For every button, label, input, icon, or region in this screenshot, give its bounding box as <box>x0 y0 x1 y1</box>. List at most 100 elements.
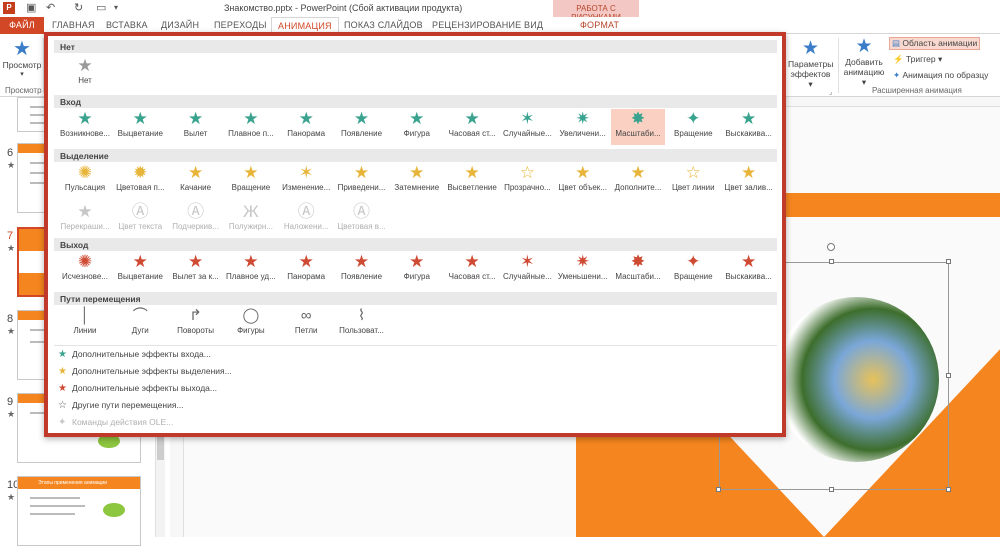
effect-exit-11[interactable]: ✦ Вращение <box>666 252 720 288</box>
resize-handle[interactable] <box>716 487 721 492</box>
context-tab-header: РАБОТА С РИСУНКАМИ <box>553 0 639 22</box>
animation-pane-button[interactable]: ▤ Область анимации <box>889 37 981 50</box>
resize-handle[interactable] <box>946 487 951 492</box>
effect-emphasis-11[interactable]: ☆ Цвет линии <box>666 163 720 199</box>
effect-exit-7[interactable]: ★ Часовая ст... <box>445 252 499 288</box>
effect-path-2[interactable]: ↱ Повороты <box>169 306 223 342</box>
exit-effect-icon: ★ <box>409 252 425 271</box>
effect-none[interactable]: ★ Нет <box>58 56 112 92</box>
dialog-launcher-icon[interactable]: ⌟ <box>829 88 832 96</box>
effect-emphasis-12[interactable]: ★ Цвет залив... <box>722 163 776 199</box>
effect-label: Масштаби... <box>615 129 661 138</box>
effect-exit-1[interactable]: ★ Выцветание <box>113 252 167 288</box>
tab-design[interactable]: ДИЗАЙН <box>161 20 199 30</box>
effect-label: Наложени... <box>283 222 329 231</box>
redo-icon[interactable]: ↻ <box>74 1 83 14</box>
ole-star-icon: ✦ <box>58 417 67 428</box>
effect-exit-10[interactable]: ✸ Масштаби... <box>611 252 665 288</box>
tab-transitions[interactable]: ПЕРЕХОДЫ <box>214 20 267 30</box>
effect-exit-12[interactable]: ★ Выскакива... <box>722 252 776 288</box>
more-emphasis-effects[interactable]: ★ Дополнительные эффекты выделения... <box>58 366 232 377</box>
tab-slideshow[interactable]: ПОКАЗ СЛАЙДОВ <box>344 20 423 30</box>
effect-entrance-12[interactable]: ★ Выскакива... <box>722 109 776 145</box>
trigger-button[interactable]: ⚡ Триггер ▾ <box>893 54 942 65</box>
effect-exit-6[interactable]: ★ Фигура <box>390 252 444 288</box>
effect-label: Исчезнове... <box>62 272 108 281</box>
more-entrance-effects[interactable]: ★ Дополнительные эффекты входа... <box>58 349 211 360</box>
effect-label: Вращение <box>231 183 271 192</box>
effect-path-4[interactable]: ∞ Петли <box>279 306 333 342</box>
rotation-handle[interactable] <box>827 243 835 251</box>
tab-review[interactable]: РЕЦЕНЗИРОВАНИЕ <box>432 20 521 30</box>
effect-entrance-0[interactable]: ★ Возникнове... <box>58 109 112 145</box>
save-icon[interactable]: ▣ <box>26 1 36 14</box>
effect-emphasis-7[interactable]: ★ Высветление <box>445 163 499 199</box>
slide-number: 8 <box>7 313 14 325</box>
effect-exit-3[interactable]: ★ Плавное уд... <box>224 252 278 288</box>
effect-path-3[interactable]: ◯ Фигуры <box>224 306 278 342</box>
effect-emphasis-6[interactable]: ★ Затемнение <box>390 163 444 199</box>
effect-exit-5[interactable]: ★ Появление <box>335 252 389 288</box>
resize-handle[interactable] <box>946 259 951 264</box>
effect-exit-8[interactable]: ✶ Случайные... <box>500 252 554 288</box>
effect-entrance-8[interactable]: ✶ Случайные... <box>500 109 554 145</box>
add-animation-button[interactable]: ★ Добавить анимацию ▾ <box>841 36 887 87</box>
effect-entrance-11[interactable]: ✦ Вращение <box>666 109 720 145</box>
effect-entrance-4[interactable]: ★ Панорама <box>279 109 333 145</box>
effect-emphasis-5[interactable]: ★ Приведени... <box>335 163 389 199</box>
tab-insert[interactable]: ВСТАВКА <box>106 20 148 30</box>
tab-file[interactable]: ФАЙЛ <box>0 17 44 34</box>
effect-emphasis-3[interactable]: ★ Вращение <box>224 163 278 199</box>
undo-icon[interactable]: ↶ <box>46 1 55 14</box>
effect-label: Приведени... <box>337 183 386 192</box>
slide-animation-star-icon: ★ <box>7 243 16 253</box>
effect-emphasis-1[interactable]: ✹ Цветовая п... <box>113 163 167 199</box>
resize-handle[interactable] <box>946 373 951 378</box>
resize-handle[interactable] <box>829 487 834 492</box>
effect-path-1[interactable]: ⌒ Дуги <box>113 306 167 342</box>
effect-emphasis-2[interactable]: ★ Качание <box>169 163 223 199</box>
resize-handle[interactable] <box>829 259 834 264</box>
animation-painter-button[interactable]: ✦ Анимация по образцу <box>893 70 988 81</box>
effect-exit-0[interactable]: ✺ Исчезнове... <box>58 252 112 288</box>
effect-emphasis-0[interactable]: ✺ Пульсация <box>58 163 112 199</box>
preview-button[interactable]: ★ Просмотр ▾ <box>2 38 42 80</box>
start-slideshow-icon[interactable]: ▭ <box>96 1 106 14</box>
effect-entrance-10[interactable]: ✸ Масштаби... <box>611 109 665 145</box>
more-motion-paths[interactable]: ☆ Другие пути перемещения... <box>58 400 184 411</box>
slide-number: 9 <box>7 396 14 408</box>
more-exit-effects[interactable]: ★ Дополнительные эффекты выхода... <box>58 383 217 394</box>
emph-effect-icon: ★ <box>409 163 425 182</box>
entr-effect-icon: ★ <box>464 109 480 128</box>
exit-effect-icon: ✦ <box>686 252 701 271</box>
effect-emphasis-4[interactable]: ✶ Изменение... <box>279 163 333 199</box>
effect-entrance-9[interactable]: ✷ Увеличени... <box>556 109 610 145</box>
effect-entrance-6[interactable]: ★ Фигура <box>390 109 444 145</box>
effect-path-0[interactable]: │ Линии <box>58 306 112 342</box>
animation-pane-icon: ▤ <box>892 38 901 48</box>
effect-emphasis-10[interactable]: ★ Дополните... <box>611 163 665 199</box>
tab-format[interactable]: ФОРМАТ <box>580 20 619 30</box>
effect-path-5[interactable]: ⌇ Пользоват... <box>335 306 389 342</box>
effect-options-button[interactable]: ★ Параметры эффектов ▾ <box>788 38 833 89</box>
effect-label: Качание <box>180 183 212 192</box>
effect-emphasis-9[interactable]: ★ Цвет объек... <box>556 163 610 199</box>
effect-entrance-3[interactable]: ★ Плавное п... <box>224 109 278 145</box>
slide-thumbnail[interactable]: Этапы применения анимации <box>17 476 141 546</box>
effect-entrance-1[interactable]: ★ Выцветание <box>113 109 167 145</box>
customize-quick-access-icon[interactable]: ▾ <box>114 3 118 12</box>
effect-entrance-7[interactable]: ★ Часовая ст... <box>445 109 499 145</box>
effect-entrance-5[interactable]: ★ Появление <box>335 109 389 145</box>
effect-emphasis-8[interactable]: ☆ Прозрачно... <box>500 163 554 199</box>
effect-exit-4[interactable]: ★ Панорама <box>279 252 333 288</box>
tab-home[interactable]: ГЛАВНАЯ <box>52 20 95 30</box>
effect-exit-2[interactable]: ★ Вылет за к... <box>169 252 223 288</box>
effect-exit-9[interactable]: ✷ Уменьшени... <box>556 252 610 288</box>
effect-entrance-2[interactable]: ★ Вылет <box>169 109 223 145</box>
effect-label: Возникнове... <box>60 129 110 138</box>
tab-view[interactable]: ВИД <box>524 20 543 30</box>
emph-effect-icon: Ⓐ <box>187 202 205 221</box>
preview-dropdown-icon: ▾ <box>20 71 24 78</box>
effect-options-label-2: эффектов <box>790 69 831 79</box>
path-effect-icon: ↱ <box>189 307 202 324</box>
